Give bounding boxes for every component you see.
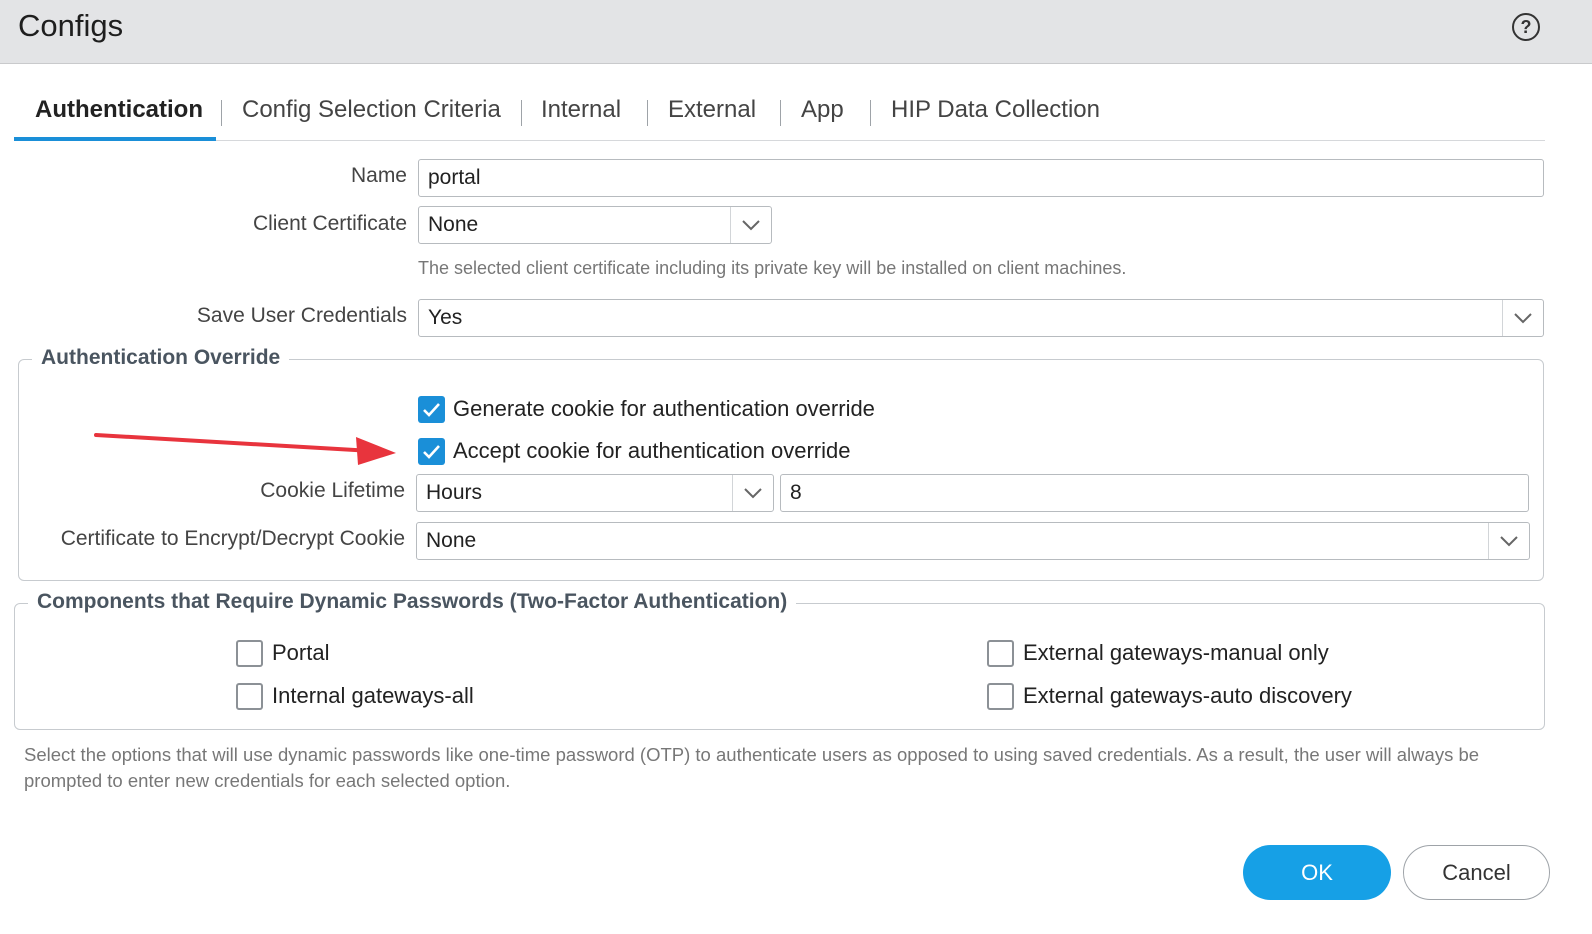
certificate-cookie-label: Certificate to Encrypt/Decrypt Cookie [60,527,405,550]
client-certificate-label: Client Certificate [252,212,407,235]
client-certificate-value: None [428,213,479,236]
annotation-arrow [94,433,396,465]
save-user-credentials-label: Save User Credentials [196,304,407,327]
cookie-lifetime-input[interactable]: 8 [780,474,1529,512]
tab-separator [521,100,522,126]
client-certificate-hint: The selected client certificate includin… [418,258,1127,278]
checkmark-icon [423,445,440,459]
tab-authentication[interactable]: Authentication [35,96,203,124]
name-input[interactable]: portal [418,159,1544,197]
external-gateways-manual-label: External gateways-manual only [1023,640,1329,665]
tab-separator [870,100,871,126]
certificate-cookie-value: None [426,529,477,552]
save-user-credentials-value: Yes [428,306,463,329]
cookie-lifetime-label: Cookie Lifetime [260,479,405,502]
title-bar: Configs ? [0,0,1592,64]
ok-button[interactable]: OK [1243,845,1391,900]
dynamic-passwords-note: Select the options that will use dynamic… [24,744,1480,791]
accept-cookie-checkbox[interactable] [418,438,445,465]
dynamic-passwords-legend: Components that Require Dynamic Password… [28,590,797,614]
checkmark-icon [423,403,440,417]
save-user-credentials-select[interactable]: Yes [418,299,1544,337]
portal-checkbox[interactable] [236,640,263,667]
internal-gateways-all-checkbox[interactable] [236,683,263,710]
chevron-down-icon [730,207,771,243]
generate-cookie-checkbox[interactable] [418,396,445,423]
dialog-title: Configs [18,8,124,43]
cookie-lifetime-unit-value: Hours [426,481,483,504]
authentication-override-legend: Authentication Override [32,346,290,370]
chevron-down-icon [1502,300,1543,336]
internal-gateways-all-label: Internal gateways-all [272,683,474,708]
cancel-button[interactable]: Cancel [1403,845,1550,900]
active-tab-indicator [14,137,216,141]
tab-app[interactable]: App [801,96,844,124]
tab-external[interactable]: External [668,96,756,124]
name-label: Name [350,164,407,187]
client-certificate-select[interactable]: None [418,206,772,244]
external-gateways-auto-checkbox[interactable] [987,683,1014,710]
tab-separator [647,100,648,126]
tab-internal[interactable]: Internal [541,96,621,124]
external-gateways-manual-checkbox[interactable] [987,640,1014,667]
chevron-down-icon [1488,523,1529,559]
question-circle-icon[interactable]: ? [1512,13,1540,41]
tab-separator [780,100,781,126]
generate-cookie-label: Generate cookie for authentication overr… [453,396,875,421]
tab-separator [221,100,222,126]
portal-label: Portal [272,640,330,665]
external-gateways-auto-label: External gateways-auto discovery [1023,683,1352,708]
tab-bar: Authentication Config Selection Criteria… [14,88,1545,141]
tab-config-selection-criteria[interactable]: Config Selection Criteria [242,96,501,124]
accept-cookie-label: Accept cookie for authentication overrid… [453,438,851,463]
tab-hip-data-collection[interactable]: HIP Data Collection [891,96,1100,124]
cookie-lifetime-unit-select[interactable]: Hours [416,474,774,512]
chevron-down-icon [732,475,773,511]
certificate-cookie-select[interactable]: None [416,522,1530,560]
